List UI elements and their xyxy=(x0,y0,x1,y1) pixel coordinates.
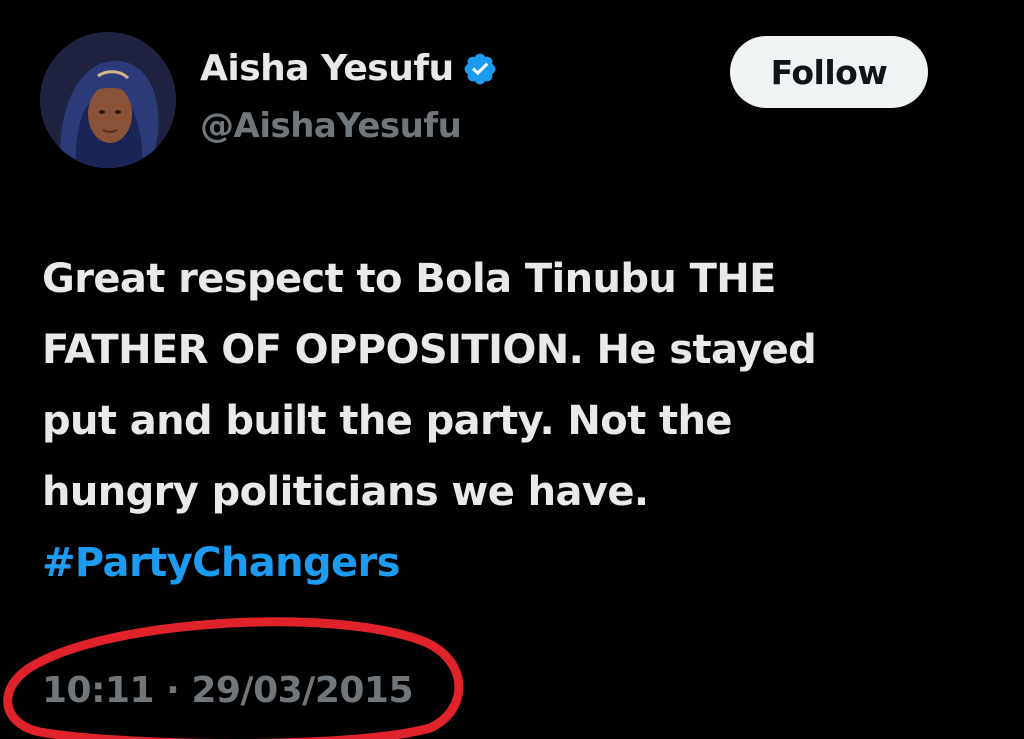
tweet-text-line: put and built the party. Not the xyxy=(42,398,733,444)
tweet-text-line: FATHER OF OPPOSITION. He stayed xyxy=(42,327,817,373)
author-name-row: Aisha Yesufu xyxy=(200,48,498,89)
tweet-card: Aisha Yesufu @AishaYesufu Follow Great r… xyxy=(0,0,1024,739)
author-handle[interactable]: @AishaYesufu xyxy=(200,106,462,146)
verified-badge-icon xyxy=(462,51,498,87)
hashtag-link[interactable]: #PartyChangers xyxy=(42,528,992,599)
author-display-name[interactable]: Aisha Yesufu xyxy=(200,48,454,89)
tweet-text-line: hungry politicians we have. xyxy=(42,469,649,515)
follow-button[interactable]: Follow xyxy=(730,36,928,108)
avatar[interactable] xyxy=(40,32,176,168)
tweet-timestamp[interactable]: 10:11 · 29/03/2015 xyxy=(42,670,414,711)
profile-photo-icon xyxy=(40,32,176,168)
tweet-text-line: Great respect to Bola Tinubu THE xyxy=(42,256,777,302)
tweet-text: Great respect to Bola Tinubu THE FATHER … xyxy=(42,244,992,599)
